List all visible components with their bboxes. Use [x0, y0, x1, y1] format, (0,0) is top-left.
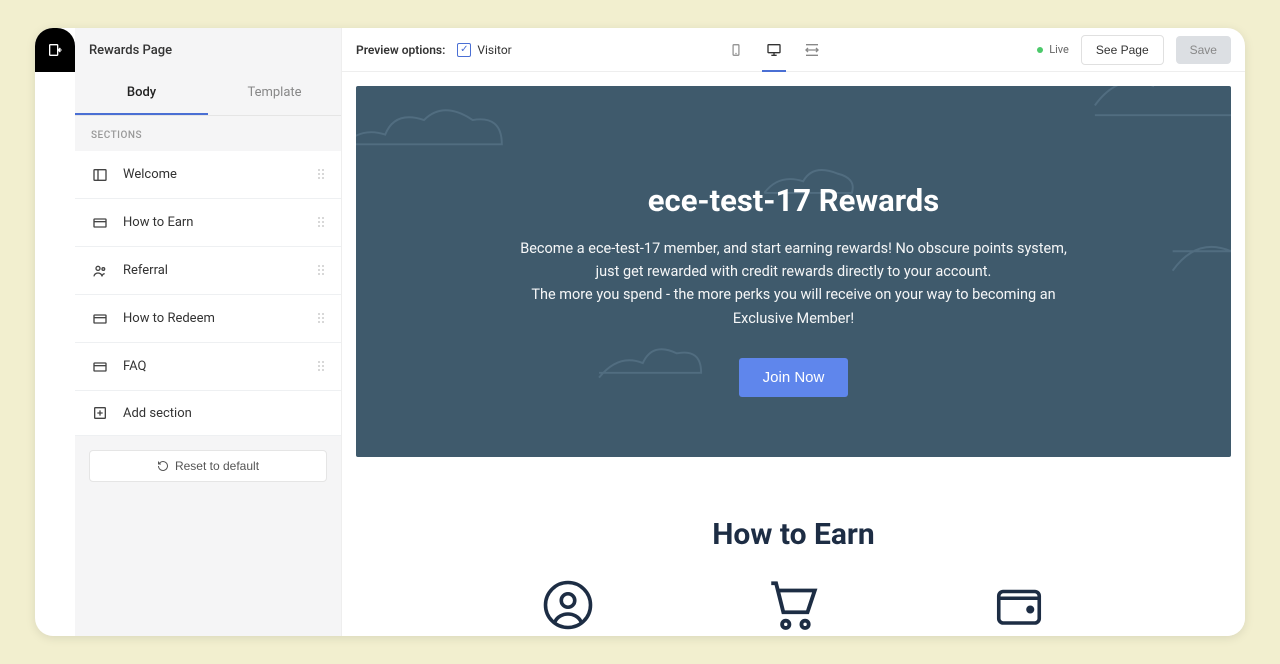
plus-square-icon — [91, 405, 109, 421]
card-icon — [91, 215, 109, 231]
app-shell: Rewards Page Body Template SECTIONS Welc… — [35, 28, 1245, 636]
sidebar: Rewards Page Body Template SECTIONS Welc… — [75, 28, 341, 636]
visitor-label: Visitor — [477, 43, 511, 57]
drag-handle-icon[interactable] — [317, 357, 325, 376]
add-section-label: Add section — [123, 406, 325, 421]
width-icon — [804, 42, 820, 58]
page-title: Rewards Page — [75, 28, 341, 72]
sections-list: Welcome How to Earn Referral — [75, 151, 341, 436]
device-desktop-button[interactable] — [762, 28, 786, 72]
visitor-checkbox[interactable]: ✓ Visitor — [457, 43, 511, 57]
section-item-label: FAQ — [123, 359, 317, 374]
back-button[interactable] — [35, 28, 75, 72]
undo-icon — [157, 460, 169, 472]
preview-canvas[interactable]: ece-test-17 Rewards Become a ece-test-17… — [342, 72, 1245, 636]
tab-body[interactable]: Body — [75, 72, 208, 115]
layout-icon — [91, 167, 109, 183]
section-item-label: How to Earn — [123, 215, 317, 230]
sidebar-tabs: Body Template — [75, 72, 341, 116]
cart-icon — [764, 576, 822, 636]
how-to-earn-section: How to Earn — [356, 457, 1231, 636]
reset-container: Reset to default — [75, 436, 341, 496]
status-dot-icon — [1037, 47, 1043, 53]
device-width-button[interactable] — [800, 28, 824, 72]
section-item-faq[interactable]: FAQ — [75, 343, 341, 391]
device-toggle — [724, 28, 824, 72]
drag-handle-icon[interactable] — [317, 213, 325, 232]
add-section-button[interactable]: Add section — [75, 391, 341, 436]
join-now-button[interactable]: Join Now — [739, 358, 849, 397]
preview-options-label: Preview options: — [356, 43, 445, 57]
card-icon — [91, 311, 109, 327]
section-item-how-to-earn[interactable]: How to Earn — [75, 199, 341, 247]
desktop-icon — [766, 42, 782, 58]
drag-handle-icon[interactable] — [317, 261, 325, 280]
tab-template[interactable]: Template — [208, 72, 341, 115]
status-label: Live — [1049, 43, 1069, 56]
reset-button[interactable]: Reset to default — [89, 450, 327, 482]
sections-header: SECTIONS — [75, 116, 341, 151]
wallet-icon — [992, 578, 1046, 636]
reset-label: Reset to default — [175, 459, 259, 473]
section-item-welcome[interactable]: Welcome — [75, 151, 341, 199]
earn-icons-row — [376, 576, 1211, 636]
drag-handle-icon[interactable] — [317, 309, 325, 328]
status-indicator: Live — [1037, 43, 1069, 56]
back-icon — [47, 42, 63, 58]
device-mobile-button[interactable] — [724, 28, 748, 72]
card-icon — [91, 359, 109, 375]
drag-handle-icon[interactable] — [317, 165, 325, 184]
section-item-how-to-redeem[interactable]: How to Redeem — [75, 295, 341, 343]
top-bar: Preview options: ✓ Visitor Live — [342, 28, 1245, 72]
hero-section: ece-test-17 Rewards Become a ece-test-17… — [356, 86, 1231, 457]
save-button[interactable]: Save — [1176, 36, 1231, 64]
people-icon — [91, 263, 109, 279]
checkbox-icon: ✓ — [457, 43, 471, 57]
mobile-icon — [729, 42, 743, 58]
see-page-button[interactable]: See Page — [1081, 35, 1164, 65]
section-item-referral[interactable]: Referral — [75, 247, 341, 295]
hero-body: Become a ece-test-17 member, and start e… — [514, 237, 1074, 330]
user-circle-icon — [541, 578, 595, 636]
earn-title: How to Earn — [376, 517, 1211, 552]
section-item-label: How to Redeem — [123, 311, 317, 326]
section-item-label: Referral — [123, 263, 317, 278]
hero-title: ece-test-17 Rewards — [396, 182, 1191, 219]
main-area: Preview options: ✓ Visitor Live — [341, 28, 1245, 636]
section-item-label: Welcome — [123, 167, 317, 182]
